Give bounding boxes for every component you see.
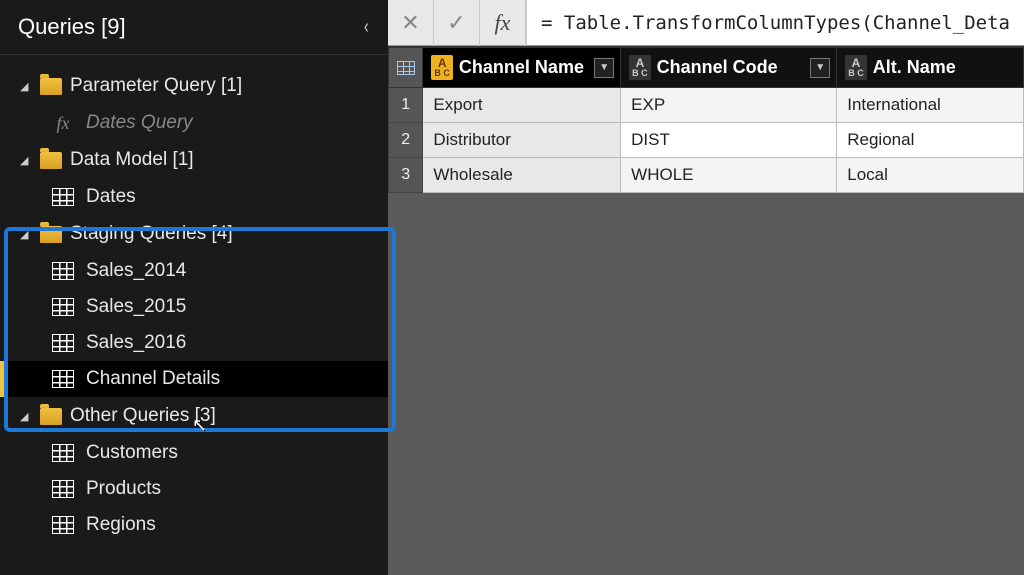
- column-header-channel-name[interactable]: AB C Channel Name ▼: [423, 48, 621, 88]
- folder-icon: [40, 152, 62, 169]
- filter-dropdown-icon[interactable]: ▼: [594, 58, 614, 78]
- query-label: Products: [86, 478, 161, 500]
- folder-label: Other Queries [3]: [70, 405, 216, 427]
- fx-icon: fx: [52, 113, 74, 134]
- select-all-corner[interactable]: [389, 48, 423, 88]
- cell[interactable]: Export: [423, 88, 621, 123]
- folder-staging-queries[interactable]: ◢ Staging Queries [4]: [0, 215, 388, 253]
- table-icon: [52, 262, 74, 280]
- table-row[interactable]: 3 Wholesale WHOLE Local: [389, 158, 1024, 193]
- table-icon: [52, 188, 74, 206]
- column-name: Channel Code: [657, 57, 805, 78]
- query-products[interactable]: Products: [0, 471, 388, 507]
- query-channel-details[interactable]: Channel Details: [0, 361, 388, 397]
- cell[interactable]: Wholesale: [423, 158, 621, 193]
- folder-icon: [40, 408, 62, 425]
- folder-label: Data Model [1]: [70, 149, 194, 171]
- query-label: Sales_2014: [86, 260, 186, 282]
- type-text-icon[interactable]: AB C: [431, 55, 453, 80]
- table-icon: [397, 61, 415, 75]
- cell[interactable]: EXP: [621, 88, 837, 123]
- query-dates[interactable]: Dates: [0, 179, 388, 215]
- type-text-icon[interactable]: AB C: [629, 55, 651, 80]
- formula-bar: ✕ ✓ fx = Table.TransformColumnTypes(Chan…: [388, 0, 1024, 46]
- expand-icon[interactable]: ◢: [20, 410, 32, 423]
- column-name: Alt. Name: [873, 57, 1017, 78]
- query-sales-2015[interactable]: Sales_2015: [0, 289, 388, 325]
- query-sales-2016[interactable]: Sales_2016: [0, 325, 388, 361]
- cell[interactable]: Distributor: [423, 123, 621, 158]
- folder-parameter-query[interactable]: ◢ Parameter Query [1]: [0, 67, 388, 105]
- table-row[interactable]: 1 Export EXP International: [389, 88, 1024, 123]
- cell[interactable]: Regional: [837, 123, 1024, 158]
- query-tree: ◢ Parameter Query [1] fx Dates Query ◢ D…: [0, 55, 388, 543]
- sidebar-header: Queries [9] ‹: [0, 0, 388, 55]
- table-icon: [52, 334, 74, 352]
- folder-label: Parameter Query [1]: [70, 75, 242, 97]
- query-label: Regions: [86, 514, 156, 536]
- folder-label: Staging Queries [4]: [70, 223, 233, 245]
- table-icon: [52, 444, 74, 462]
- main-panel: ✕ ✓ fx = Table.TransformColumnTypes(Chan…: [388, 0, 1024, 575]
- filter-dropdown-icon[interactable]: ▼: [810, 58, 830, 78]
- row-number[interactable]: 2: [389, 123, 423, 158]
- folder-icon: [40, 78, 62, 95]
- query-label: Customers: [86, 442, 178, 464]
- queries-sidebar: Queries [9] ‹ ◢ Parameter Query [1] fx D…: [0, 0, 388, 575]
- fx-icon[interactable]: fx: [480, 0, 526, 46]
- query-dates-query[interactable]: fx Dates Query: [0, 105, 388, 141]
- row-number[interactable]: 1: [389, 88, 423, 123]
- query-label: Sales_2015: [86, 296, 186, 318]
- data-grid: AB C Channel Name ▼ AB C Channel Code ▼: [388, 46, 1024, 193]
- expand-icon[interactable]: ◢: [20, 80, 32, 93]
- cancel-button[interactable]: ✕: [388, 0, 434, 46]
- column-name: Channel Name: [459, 57, 588, 78]
- folder-icon: [40, 226, 62, 243]
- row-number[interactable]: 3: [389, 158, 423, 193]
- cell[interactable]: WHOLE: [621, 158, 837, 193]
- commit-button[interactable]: ✓: [434, 0, 480, 46]
- column-header-channel-code[interactable]: AB C Channel Code ▼: [621, 48, 837, 88]
- cell[interactable]: International: [837, 88, 1024, 123]
- query-label: Sales_2016: [86, 332, 186, 354]
- table-icon: [52, 370, 74, 388]
- table-row[interactable]: 2 Distributor DIST Regional: [389, 123, 1024, 158]
- query-label: Dates Query: [86, 112, 193, 134]
- type-text-icon[interactable]: AB C: [845, 55, 867, 80]
- table-icon: [52, 516, 74, 534]
- sidebar-title: Queries [9]: [18, 14, 126, 40]
- expand-icon[interactable]: ◢: [20, 154, 32, 167]
- cell[interactable]: DIST: [621, 123, 837, 158]
- query-label: Dates: [86, 186, 136, 208]
- table-icon: [52, 298, 74, 316]
- folder-other-queries[interactable]: ◢ Other Queries [3]: [0, 397, 388, 435]
- folder-data-model[interactable]: ◢ Data Model [1]: [0, 141, 388, 179]
- query-customers[interactable]: Customers: [0, 435, 388, 471]
- query-label: Channel Details: [86, 368, 220, 390]
- query-sales-2014[interactable]: Sales_2014: [0, 253, 388, 289]
- formula-input[interactable]: = Table.TransformColumnTypes(Channel_Det…: [526, 0, 1024, 45]
- column-header-alt-name[interactable]: AB C Alt. Name: [837, 48, 1024, 88]
- table-icon: [52, 480, 74, 498]
- expand-icon[interactable]: ◢: [20, 228, 32, 241]
- query-regions[interactable]: Regions: [0, 507, 388, 543]
- collapse-icon[interactable]: ‹: [364, 16, 369, 39]
- cell[interactable]: Local: [837, 158, 1024, 193]
